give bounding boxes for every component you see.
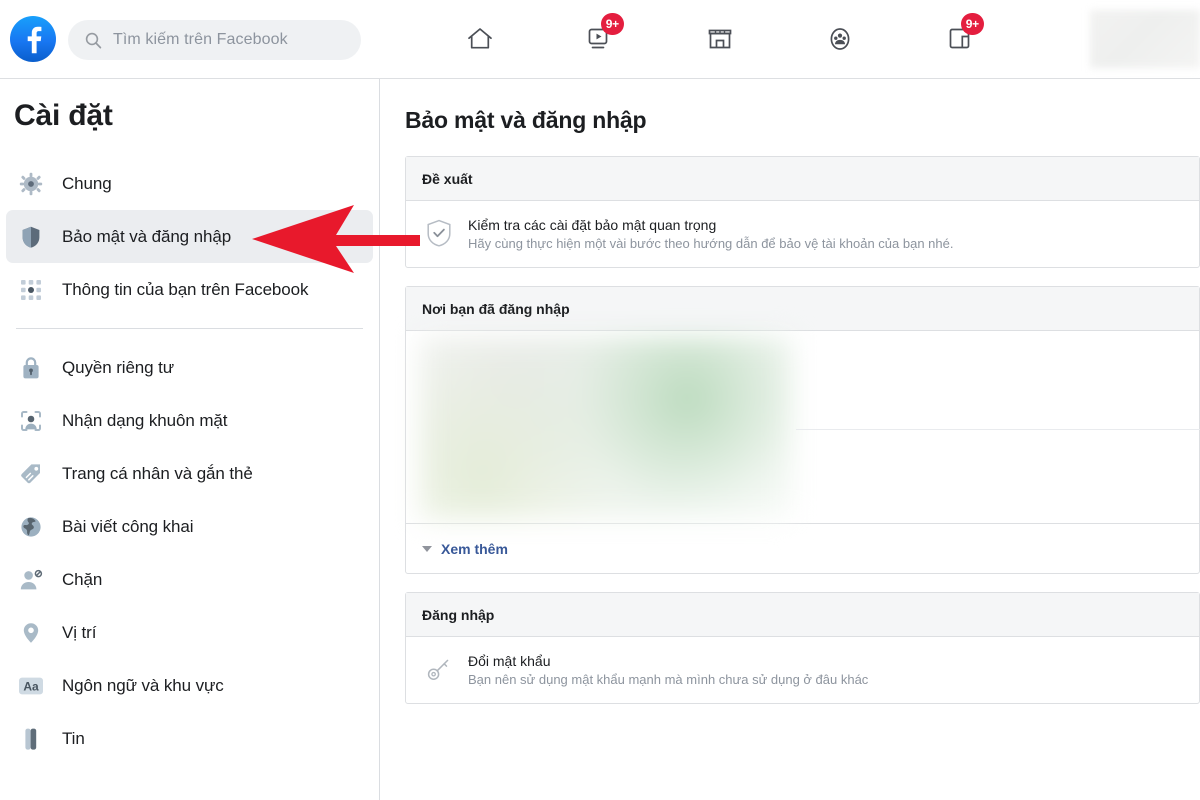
settings-sidebar: Cài đặt Chung Bảo mật và đăng nhập Thông… [0, 79, 380, 800]
sidebar-item-label: Bảo mật và đăng nhập [62, 226, 232, 246]
shop-icon [705, 24, 735, 54]
search-input-placeholder[interactable]: Tìm kiếm trên Facebook [113, 31, 288, 49]
top-navigation-bar: Tìm kiếm trên Facebook 9+ 9+ [0, 0, 1200, 79]
sidebar-item-label: Tin [62, 728, 85, 748]
card-login: Đăng nhập Đổi mật khẩu Bạn nên sử dụng m… [405, 592, 1200, 704]
svg-text:Aa: Aa [23, 679, 39, 693]
card-footer: Xem thêm [406, 523, 1199, 573]
card-header-title: Đề xuất [422, 170, 473, 187]
sidebar-item-tin[interactable]: Tin [6, 712, 373, 765]
globe-icon [16, 512, 46, 542]
gear-icon [16, 169, 46, 199]
search-icon [85, 32, 102, 49]
sidebar-item-trang-ca-nhan-va-gan-the[interactable]: Trang cá nhân và gắn thẻ [6, 447, 373, 500]
sidebar-item-chan[interactable]: Chặn [6, 553, 373, 606]
row-text-block: Kiểm tra các cài đặt bảo mật quan trọng … [468, 217, 953, 251]
sidebar-item-label: Quyền riêng tư [62, 357, 175, 377]
row-title: Đổi mật khẩu [468, 653, 551, 669]
tag-icon [16, 459, 46, 489]
blurred-session-content [420, 337, 792, 519]
search-bar[interactable]: Tìm kiếm trên Facebook [68, 20, 361, 60]
gaming-badge: 9+ [960, 13, 984, 35]
sidebar-item-label: Bài viết công khai [62, 516, 194, 536]
sidebar-item-bao-mat-va-dang-nhap[interactable]: Bảo mật và đăng nhập [6, 210, 373, 263]
location-pin-icon [16, 618, 46, 648]
card-header: Đăng nhập [406, 593, 1199, 637]
sidebar-divider [16, 328, 363, 329]
card-header-title: Đăng nhập [422, 606, 495, 623]
profile-area[interactable] [1090, 10, 1200, 68]
sidebar-item-label: Trang cá nhân và gắn thẻ [62, 463, 253, 483]
shield-icon [16, 222, 46, 252]
chevron-down-icon [422, 545, 432, 552]
grid-dots-icon [16, 275, 46, 305]
key-icon [426, 655, 452, 683]
watch-badge: 9+ [600, 13, 624, 35]
see-more-button[interactable]: Xem thêm [422, 541, 508, 557]
security-checkup-row[interactable]: Kiểm tra các cài đặt bảo mật quan trọng … [406, 201, 1199, 267]
sidebar-item-label: Chung [62, 173, 112, 193]
sidebar-item-thong-tin-cua-ban[interactable]: Thông tin của bạn trên Facebook [6, 263, 373, 316]
nav-home[interactable] [450, 11, 510, 67]
sidebar-item-label: Chặn [62, 569, 103, 589]
sidebar-nav-group-primary: Chung Bảo mật và đăng nhập Thông tin của… [0, 157, 379, 316]
sidebar-item-ngon-ngu-va-khu-vuc[interactable]: Aa Ngôn ngữ và khu vực [6, 659, 373, 712]
nav-groups[interactable] [810, 11, 870, 67]
row-subtitle: Bạn nên sử dụng mật khẩu mạnh mà mình ch… [468, 672, 869, 687]
sidebar-item-label: Ngôn ngữ và khu vực [62, 675, 224, 695]
groups-icon [825, 24, 855, 54]
sidebar-item-label: Nhận dạng khuôn mặt [62, 410, 228, 430]
stories-icon [16, 724, 46, 754]
facebook-logo[interactable] [10, 16, 56, 62]
change-password-row[interactable]: Đổi mật khẩu Bạn nên sử dụng mật khẩu mạ… [406, 637, 1199, 703]
sidebar-item-bai-viet-cong-khai[interactable]: Bài viết công khai [6, 500, 373, 553]
sidebar-item-chung[interactable]: Chung [6, 157, 373, 210]
face-recognition-icon [16, 406, 46, 436]
sidebar-item-vi-tri[interactable]: Vị trí [6, 606, 373, 659]
sidebar-title: Cài đặt [14, 99, 113, 132]
login-sessions-list[interactable] [406, 331, 1200, 523]
block-user-icon [16, 565, 46, 595]
nav-watch[interactable]: 9+ [570, 11, 630, 67]
lock-icon [16, 353, 46, 383]
main-content: Bảo mật và đăng nhập Đề xuất Kiểm tra cá… [381, 79, 1200, 800]
row-title: Kiểm tra các cài đặt bảo mật quan trọng [468, 217, 717, 233]
card-where-you-logged-in: Nơi bạn đã đăng nhập Xem thêm [405, 286, 1200, 574]
sidebar-item-quyen-rieng-tu[interactable]: Quyền riêng tư [6, 341, 373, 394]
sidebar-item-nhan-dang-khuon-mat[interactable]: Nhận dạng khuôn mặt [6, 394, 373, 447]
card-header-title: Nơi bạn đã đăng nhập [422, 300, 570, 317]
sidebar-nav-group-secondary: Quyền riêng tư Nhận dạng khuôn mặt Trang… [0, 341, 379, 765]
shield-check-icon [426, 219, 452, 247]
see-more-label: Xem thêm [441, 540, 508, 557]
session-row-divider [796, 429, 1200, 430]
nav-marketplace[interactable] [690, 11, 750, 67]
language-aa-icon: Aa [16, 671, 46, 701]
row-subtitle: Hãy cùng thực hiện một vài bước theo hướ… [468, 236, 954, 251]
sidebar-item-label: Thông tin của bạn trên Facebook [62, 279, 309, 299]
sidebar-item-label: Vị trí [62, 622, 97, 642]
card-suggestions: Đề xuất Kiểm tra các cài đặt bảo mật qua… [405, 156, 1200, 268]
card-header: Đề xuất [406, 157, 1199, 201]
card-header: Nơi bạn đã đăng nhập [406, 287, 1199, 331]
row-text-block: Đổi mật khẩu Bạn nên sử dụng mật khẩu mạ… [468, 653, 868, 687]
home-icon [465, 24, 495, 54]
nav-gaming[interactable]: 9+ [930, 11, 990, 67]
nav-icon-group: 9+ 9+ [420, 0, 1020, 78]
page-title: Bảo mật và đăng nhập [405, 107, 647, 133]
